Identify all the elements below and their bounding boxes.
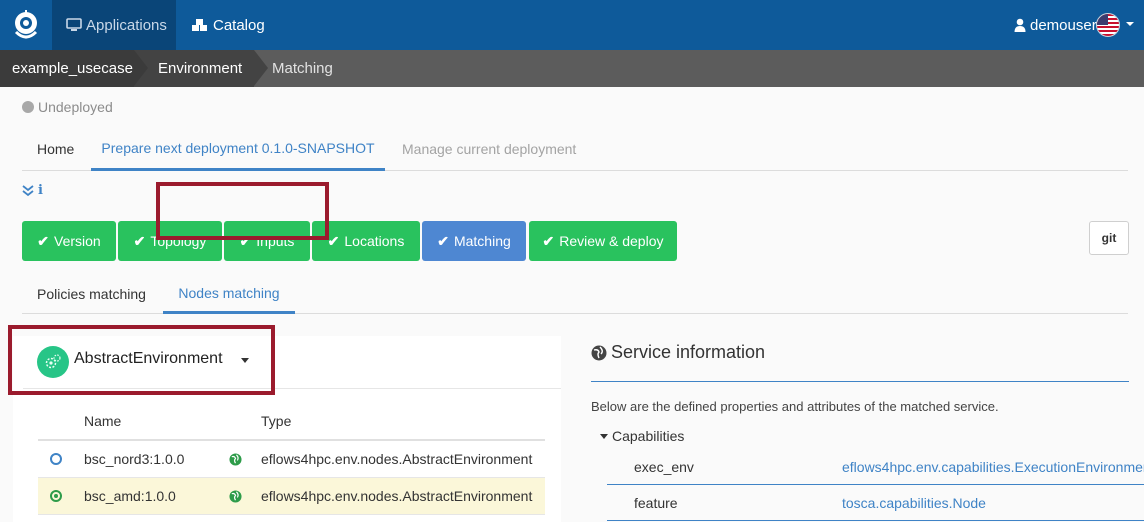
step-label: Matching	[453, 233, 511, 249]
globe-icon	[229, 441, 242, 477]
caret-down-icon	[600, 433, 608, 439]
us-flag-icon[interactable]	[1096, 13, 1120, 37]
status-label: Undeployed	[38, 99, 113, 115]
service-type: eflows4hpc.env.nodes.AbstractEnvironment	[261, 488, 533, 504]
check-icon: ✔	[327, 232, 340, 249]
breadcrumb-application[interactable]: example_usecase	[0, 50, 134, 87]
capability-type-link[interactable]: tosca.capabilities.Node	[842, 485, 986, 521]
user-menu[interactable]: demouser	[1012, 0, 1097, 50]
capability-row: feature tosca.capabilities.Node	[607, 485, 1144, 521]
tab-home[interactable]: Home	[37, 127, 74, 171]
service-description: Below are the defined properties and att…	[591, 399, 999, 414]
tab-policies-matching[interactable]: Policies matching	[37, 274, 146, 314]
check-icon: ✔	[542, 232, 555, 249]
service-info-title-text: Service information	[611, 342, 766, 362]
tab-prepare-deployment[interactable]: Prepare next deployment 0.1.0-SNAPSHOT	[91, 127, 385, 171]
capabilities-label: Capabilities	[612, 428, 685, 444]
info-toggle[interactable]: i	[22, 183, 43, 198]
service-name: bsc_amd:1.0.0	[84, 488, 176, 504]
column-type: Type	[261, 413, 292, 429]
tab-manage-deployment[interactable]: Manage current deployment	[402, 127, 576, 171]
globe-icon	[591, 345, 607, 361]
service-info-title: Service information	[591, 342, 1129, 382]
table-row[interactable]: bsc_nord3:1.0.0 eflows4hpc.env.nodes.Abs…	[38, 441, 545, 478]
capability-row: exec_env eflows4hpc.env.capabilities.Exe…	[607, 449, 1144, 485]
breadcrumb-matching: Matching	[272, 60, 333, 77]
top-navbar: Applications Catalog demouser	[0, 0, 1144, 50]
highlight-nodes-matching	[156, 182, 329, 240]
deployment-tabs: Home Prepare next deployment 0.1.0-SNAPS…	[22, 127, 1128, 171]
breadcrumb-environment[interactable]: Environment	[134, 50, 254, 87]
radio-button[interactable]	[50, 441, 62, 477]
matching-subtabs: Policies matching Nodes matching	[22, 274, 1128, 314]
deployment-status: Undeployed	[22, 99, 113, 115]
status-dot-icon	[22, 101, 34, 113]
alien4cloud-logo[interactable]	[0, 0, 52, 50]
breadcrumb-separator	[134, 50, 148, 86]
service-type: eflows4hpc.env.nodes.AbstractEnvironment	[261, 451, 533, 467]
radio-button-selected[interactable]	[50, 478, 62, 514]
nav-catalog[interactable]: Catalog	[176, 0, 276, 50]
tab-nodes-matching[interactable]: Nodes matching	[163, 274, 295, 314]
capability-name: feature	[634, 495, 678, 511]
globe-icon	[229, 478, 242, 514]
table-header: Name Type	[38, 403, 545, 441]
step-review-deploy[interactable]: ✔ Review & deploy	[529, 221, 677, 261]
capability-type-link[interactable]: eflows4hpc.env.capabilities.ExecutionEnv…	[842, 449, 1144, 485]
check-icon: ✔	[37, 232, 50, 249]
double-chevron-down-icon	[22, 184, 34, 196]
column-name: Name	[84, 413, 122, 429]
monitor-icon	[66, 18, 82, 31]
check-icon: ✔	[133, 232, 146, 249]
step-label: Version	[54, 233, 101, 249]
username: demouser	[1030, 16, 1097, 34]
capabilities-toggle[interactable]: Capabilities	[600, 428, 684, 444]
nav-applications[interactable]: Applications	[52, 0, 176, 50]
step-label: Review & deploy	[559, 233, 664, 249]
info-icon: i	[38, 183, 43, 198]
capability-name: exec_env	[634, 459, 694, 475]
alien-logo-icon	[14, 10, 38, 39]
breadcrumb: example_usecase Environment Matching	[0, 50, 1144, 87]
language-caret-icon[interactable]	[1126, 22, 1134, 26]
check-icon: ✔	[437, 232, 449, 249]
git-button[interactable]: git	[1089, 221, 1129, 255]
table-row[interactable]: bsc_amd:1.0.0 eflows4hpc.env.nodes.Abstr…	[38, 478, 545, 515]
step-label: Locations	[344, 233, 405, 249]
step-matching[interactable]: ✔ Matching	[422, 221, 526, 261]
highlight-node-selector	[8, 325, 275, 395]
nav-applications-label: Applications	[86, 16, 167, 34]
user-icon	[1014, 18, 1026, 32]
step-version[interactable]: ✔ Version	[22, 221, 116, 261]
services-table: Name Type bsc_nord3:1.0.0 eflows4hpc.env…	[38, 403, 545, 515]
cubes-icon	[192, 19, 207, 31]
nav-catalog-label: Catalog	[213, 16, 265, 34]
service-name: bsc_nord3:1.0.0	[84, 451, 185, 467]
